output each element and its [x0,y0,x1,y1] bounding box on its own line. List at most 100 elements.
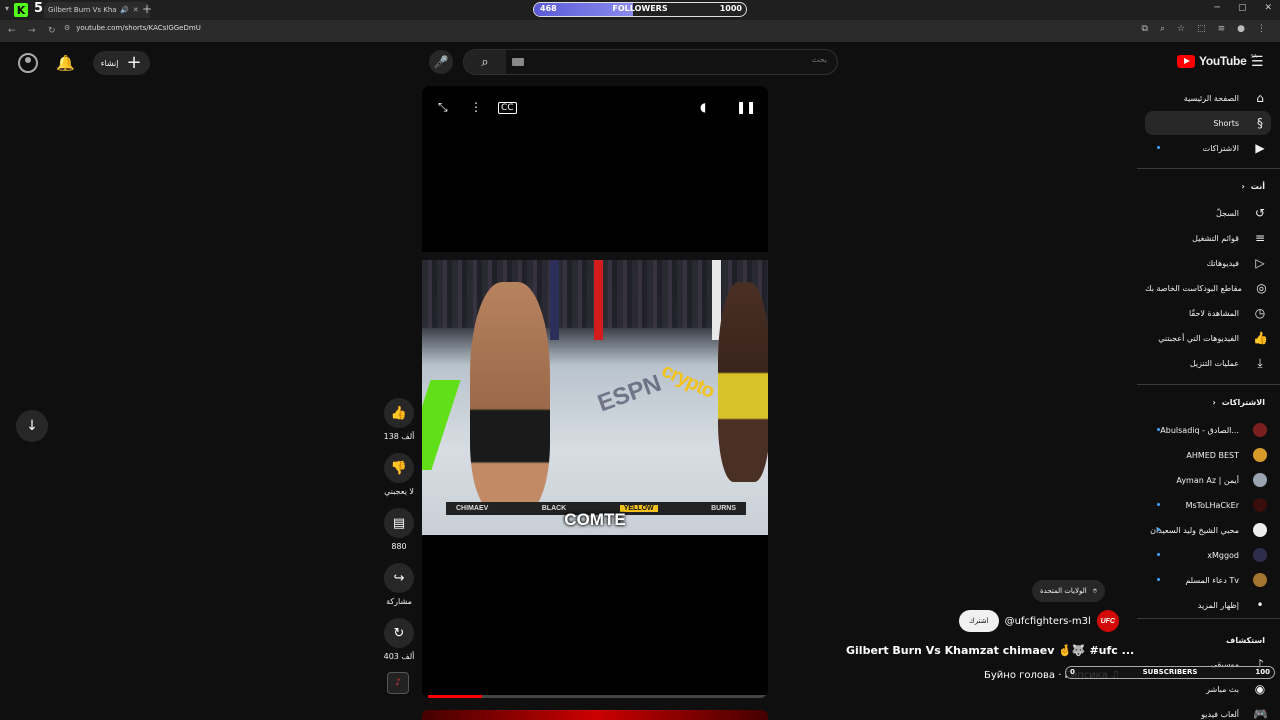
location-chip[interactable]: الولايات المتحدة ⌾ [1032,580,1105,602]
sidebar-divider [1137,618,1280,619]
close-window-icon[interactable]: ✕ [1264,3,1272,13]
captions-icon[interactable]: CC [498,102,517,114]
sidebar-item-gaming[interactable]: ألعاب فيديو 🎮 [1145,702,1271,720]
sidebar-item-live[interactable]: بث مباشر ◉ [1145,677,1271,701]
back-icon[interactable]: ← [8,26,20,36]
podcast-icon: ◎ [1256,281,1267,295]
comments-button[interactable]: ▤ [384,508,414,538]
sidebar-subscription-item[interactable]: محبي الشيخ وليد السعيدان [1145,518,1271,542]
reading-list-icon[interactable]: ≡ [1218,24,1226,34]
youtube-play-logo-icon [1177,54,1195,68]
next-short-button[interactable]: ↓ [16,410,48,442]
sidebar-item-download[interactable]: عمليات التنزيل ⤓ [1145,351,1271,375]
create-label: إنشاء [100,58,119,68]
search-icon: ⌕ [481,54,489,70]
new-tab-button[interactable]: + [142,2,152,16]
youtube-logo[interactable]: YouTube SA [1177,54,1257,68]
sidebar-divider [1137,168,1280,169]
canvas-logo: ESPN [594,369,665,418]
video-progress-fill [428,695,483,698]
channel-row: اشترك @ufcfighters-m3l UFC [959,610,1119,632]
subscribers-goal: 100 [1255,668,1270,676]
sidebar-item-playlists[interactable]: قوائم التشغيل ≡ [1145,226,1271,250]
sidebar-item-label: المشاهدة لاحقًا [1188,308,1239,318]
volume-icon[interactable]: ◖ [700,100,706,114]
maximize-icon[interactable]: ▢ [1238,3,1247,13]
sidebar-subscription-item[interactable]: xMggod [1145,543,1271,567]
share-button[interactable]: ↪ [384,563,414,593]
channel-avatar[interactable]: UFC [1096,610,1119,632]
sidebar-subscription-item[interactable]: MsToLHaCkEr [1145,493,1271,517]
subscribe-button[interactable]: اشترك [959,610,999,632]
canvas-sponsor-logo: crypto [658,359,718,403]
channel-avatar [1253,423,1267,437]
sidebar-item-shorts[interactable]: Shorts § [1145,111,1271,135]
sidebar-item-your-videos[interactable]: فيديوهاتك ▷ [1145,251,1271,275]
sidebar-item-liked[interactable]: الفيديوهات التي أعجبتني 👍 [1145,326,1271,350]
more-options-icon[interactable]: ⋮ [470,100,482,114]
video-progress-bar[interactable] [428,695,766,698]
octagon-post [550,260,559,340]
sidebar-item-label: Shorts [1213,118,1239,128]
next-short-preview[interactable] [422,710,768,720]
reload-icon[interactable]: ↻ [48,26,60,36]
sidebar-subscriptions-section[interactable]: › الاشتراكات [1145,398,1271,407]
pause-icon[interactable]: ❚❚ [736,100,756,114]
url-field[interactable]: ⚙ youtube.com/shorts/KACsIGGeDmU [64,24,201,32]
sidebar-item-subscriptions[interactable]: الاشتراكات ▶ [1145,136,1271,160]
browser-menu-icon[interactable]: ⋮ [1257,24,1266,34]
sidebar-subscription-item[interactable]: Ayman Az | أيمن [1145,468,1271,492]
tab-list-dropdown-icon[interactable]: ▾ [5,4,9,13]
keyboard-icon[interactable] [512,58,524,66]
tab-audio-icon[interactable]: 🔊 [120,6,129,14]
search-button[interactable]: ⌕ [464,50,506,74]
search-input[interactable] [587,55,827,64]
remix-button[interactable]: ↻ [384,618,414,648]
location-pin-icon: ⌾ [1092,586,1097,595]
voice-search-mic-icon[interactable]: 🎤 [429,50,453,74]
create-button[interactable]: إنشاء + [92,51,150,75]
window-controls: ─ ▢ ✕ [1215,3,1272,13]
playlists-icon: ≡ [1254,231,1266,245]
sidebar-item-label: إظهار المزيد [1197,600,1239,610]
sidebar-item-label: Abulsadiq - الصادق... [1160,425,1239,435]
video-title[interactable]: Gilbert Burn Vs Khamzat chimaev 🤞🐺 #ufc … [846,644,1134,657]
sidebar-subscription-item[interactable]: Abulsadiq - الصادق... [1145,418,1271,442]
thumbs-down-icon: 👎 [390,460,408,476]
profile-icon[interactable]: ● [1237,24,1245,34]
fullscreen-icon[interactable]: ⤡ [438,100,448,115]
sidebar-subscription-item[interactable]: AHMED BEST [1145,443,1271,467]
sidebar-item-label: الصفحة الرئيسية [1183,93,1239,103]
history-icon: ↺ [1254,206,1266,220]
site-info-icon[interactable]: ⚙ [64,24,70,32]
shorts-player[interactable]: ⤡ ⋮ CC ◖ ❚❚ ESPN crypto CHIMAEV BLACK YE… [422,86,768,698]
notifications-bell-icon[interactable]: 🔔 [56,54,75,72]
sidebar-item-podcast[interactable]: مقاطع البودكاست الخاصة بك ◎ [1145,276,1271,300]
minimize-icon[interactable]: ─ [1215,3,1220,13]
share-action: ↪ مشاركة [382,563,416,606]
dislike-button[interactable]: 👎 [384,453,414,483]
sidebar-item-history[interactable]: السجلّ ↺ [1145,201,1271,225]
install-app-icon[interactable]: ⧉ [1142,24,1148,34]
extensions-icon[interactable]: ⬚ [1197,24,1206,34]
sidebar-explore-section[interactable]: استكشاف [1145,636,1271,645]
subscriptions-icon: ▶ [1255,141,1265,155]
sidebar-item-watch-later[interactable]: المشاهدة لاحقًا ◷ [1145,301,1271,325]
channel-handle[interactable]: @ufcfighters-m3l [1005,616,1091,627]
forward-icon[interactable]: → [28,26,40,36]
browser-tab-active[interactable]: Gilbert Burn Vs Khamzat chi... 🔊 ✕ [44,2,150,18]
zoom-icon[interactable]: ⌕ [1160,24,1165,34]
show-more-button[interactable]: إظهار المزيد • [1145,593,1271,617]
sidebar-item-home[interactable]: الصفحة الرئيسية ⌂ [1145,86,1271,110]
like-button[interactable]: 👍 [384,398,414,428]
comments-action: ▤ 880 [382,508,416,551]
sidebar-you-section[interactable]: › أنت [1145,182,1271,191]
bookmark-star-icon[interactable]: ☆ [1177,24,1185,34]
sidebar-subscription-item[interactable]: دعاء المسلم Tv [1145,568,1271,592]
search-box: ⌕ [463,49,838,75]
sound-thumbnail[interactable]: ♪ [387,672,409,694]
account-avatar[interactable] [18,53,38,73]
tab-close-icon[interactable]: ✕ [133,6,139,14]
guide-menu-icon[interactable]: ☰ [1251,54,1264,70]
subscribers-goal-bar: 0 SUBSCRIBERS 100 [1065,666,1275,679]
